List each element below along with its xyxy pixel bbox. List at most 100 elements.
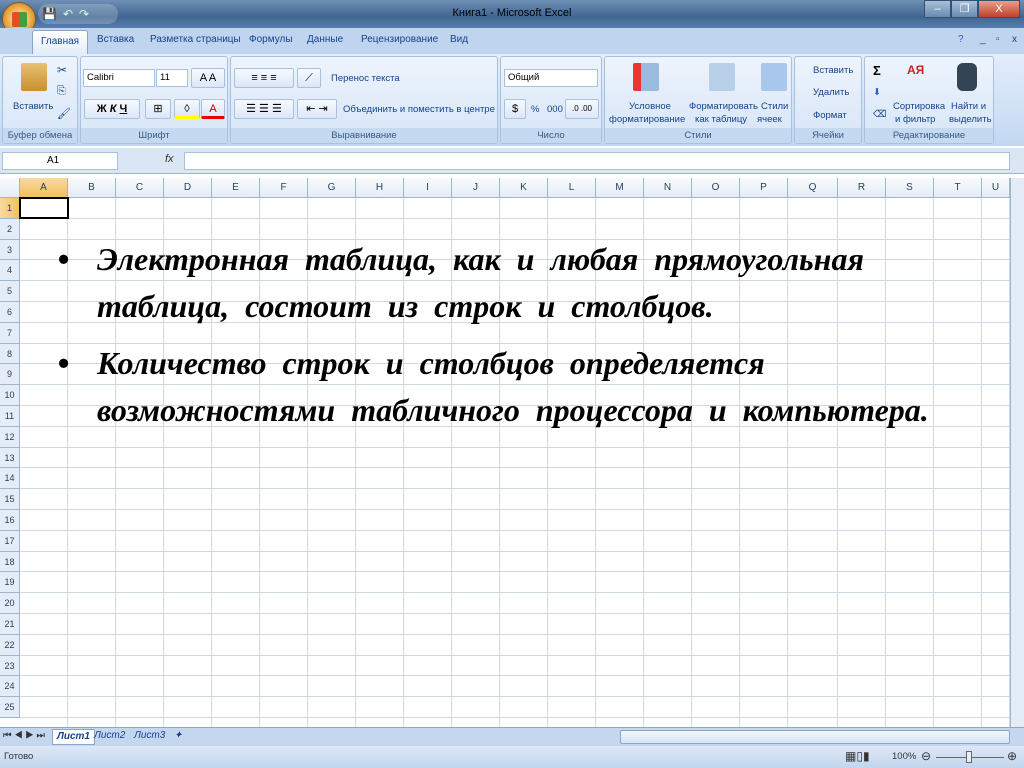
active-cell-a1[interactable] bbox=[19, 197, 69, 219]
row-header[interactable]: 22 bbox=[0, 634, 20, 656]
format-table-label-1[interactable]: Форматировать bbox=[689, 101, 758, 112]
redo-icon[interactable]: ↷ bbox=[79, 7, 89, 21]
row-header[interactable]: 5 bbox=[0, 281, 20, 302]
workbook-minimize-button[interactable]: _ bbox=[980, 34, 986, 45]
currency-icon[interactable]: $ bbox=[504, 99, 526, 119]
format-painter-icon[interactable]: 🖌 bbox=[57, 107, 71, 120]
clear-icon[interactable]: ⌫ bbox=[873, 109, 886, 120]
copy-icon[interactable]: ⎘ bbox=[57, 85, 66, 98]
row-header[interactable]: 6 bbox=[0, 302, 20, 323]
sort-filter-icon[interactable]: AЯ bbox=[907, 63, 933, 91]
row-header[interactable]: 4 bbox=[0, 260, 20, 282]
fill-icon[interactable]: ⬇ bbox=[873, 87, 881, 98]
row-header[interactable]: 2 bbox=[0, 218, 20, 240]
undo-icon[interactable]: ↶ bbox=[63, 7, 73, 21]
row-header[interactable]: 13 bbox=[0, 447, 20, 469]
column-header[interactable]: E bbox=[212, 178, 260, 198]
cell-styles-icon[interactable] bbox=[761, 63, 787, 91]
conditional-format-label-1[interactable]: Условное bbox=[629, 101, 671, 112]
zoom-slider-thumb[interactable] bbox=[966, 751, 972, 763]
format-table-icon[interactable] bbox=[709, 63, 735, 91]
orientation-icon[interactable]: ⟋ bbox=[297, 68, 321, 88]
number-format-select[interactable]: Общий bbox=[504, 69, 598, 87]
row-header[interactable]: 21 bbox=[0, 614, 20, 635]
restore-button[interactable]: ❐ bbox=[951, 0, 978, 18]
view-buttons[interactable]: ▦▯▮ bbox=[845, 749, 870, 763]
workbook-close-button[interactable]: x bbox=[1012, 34, 1017, 45]
row-header[interactable]: 23 bbox=[0, 655, 20, 677]
horizontal-scrollbar[interactable] bbox=[620, 730, 1010, 744]
row-header[interactable]: 25 bbox=[0, 697, 20, 718]
column-header[interactable]: M bbox=[596, 178, 644, 198]
row-header[interactable]: 18 bbox=[0, 551, 20, 573]
row-header[interactable]: 7 bbox=[0, 322, 20, 344]
vertical-align-icons[interactable]: ≡ ≡ ≡ bbox=[234, 68, 294, 88]
row-header[interactable]: 17 bbox=[0, 530, 20, 552]
tab-formulas[interactable]: Формулы bbox=[249, 34, 293, 45]
find-label-1[interactable]: Найти и bbox=[951, 101, 986, 112]
sheet-tab-2[interactable]: Лист2 bbox=[90, 729, 129, 745]
row-header[interactable]: 14 bbox=[0, 468, 20, 490]
column-header[interactable]: F bbox=[260, 178, 308, 198]
insert-sheet-icon[interactable]: ✦ bbox=[170, 729, 186, 745]
delete-cells-button[interactable]: Удалить bbox=[813, 87, 849, 98]
conditional-format-label-2[interactable]: форматирование bbox=[609, 114, 685, 125]
column-header[interactable]: L bbox=[548, 178, 596, 198]
sheet-tab-1[interactable]: Лист1 bbox=[52, 729, 95, 745]
row-header[interactable]: 12 bbox=[0, 426, 20, 448]
underline-button[interactable]: Ч bbox=[120, 103, 128, 115]
insert-function-button[interactable]: fx bbox=[165, 153, 174, 165]
select-all-button[interactable] bbox=[0, 178, 20, 198]
cell-styles-label-2[interactable]: ячеек bbox=[757, 114, 782, 125]
tab-data[interactable]: Данные bbox=[307, 34, 343, 45]
font-name-select[interactable]: Calibri bbox=[83, 69, 155, 87]
cut-icon[interactable]: ✂ bbox=[57, 63, 67, 77]
column-header[interactable]: Q bbox=[788, 178, 838, 198]
horizontal-align-icons[interactable]: ☰ ☰ ☰ bbox=[234, 99, 294, 119]
insert-cells-button[interactable]: Вставить bbox=[813, 65, 853, 76]
format-cells-button[interactable]: Формат bbox=[813, 110, 847, 121]
row-header[interactable]: 10 bbox=[0, 385, 20, 406]
row-header[interactable]: 20 bbox=[0, 593, 20, 614]
column-header[interactable]: A bbox=[20, 178, 68, 198]
indent-icons[interactable]: ⇤ ⇥ bbox=[297, 99, 337, 119]
column-header[interactable]: T bbox=[934, 178, 982, 198]
fill-color-icon[interactable]: ◊ bbox=[174, 99, 200, 119]
decimal-icons[interactable]: .0 .00 bbox=[565, 99, 599, 119]
cell-styles-label-1[interactable]: Стили bbox=[761, 101, 788, 112]
merge-center-button[interactable]: Объединить и поместить в центре bbox=[343, 104, 495, 115]
column-header[interactable]: J bbox=[452, 178, 500, 198]
thousands-button[interactable]: 000 bbox=[547, 104, 563, 115]
column-header[interactable]: R bbox=[838, 178, 886, 198]
paste-button[interactable]: Вставить bbox=[13, 101, 53, 112]
row-header[interactable]: 15 bbox=[0, 489, 20, 510]
sheet-tab-3[interactable]: Лист3 bbox=[130, 729, 169, 745]
italic-button[interactable]: К bbox=[110, 103, 117, 115]
row-header[interactable]: 24 bbox=[0, 676, 20, 698]
binoculars-icon[interactable] bbox=[957, 63, 977, 91]
vertical-scrollbar[interactable] bbox=[1010, 178, 1024, 728]
sort-label-2[interactable]: и фильтр bbox=[895, 114, 935, 125]
row-header[interactable]: 3 bbox=[0, 239, 20, 261]
tab-home[interactable]: Главная bbox=[32, 30, 89, 54]
tab-view[interactable]: Вид bbox=[450, 34, 468, 45]
save-icon[interactable]: 💾 bbox=[42, 7, 57, 21]
name-box[interactable]: A1 bbox=[2, 152, 118, 170]
conditional-format-icon[interactable] bbox=[633, 63, 659, 91]
tab-insert[interactable]: Вставка bbox=[97, 34, 134, 45]
autosum-button[interactable]: Σ bbox=[873, 63, 881, 78]
sheet-nav-arrows[interactable]: ⏮ ◀ ▶ ⏭ bbox=[3, 730, 45, 741]
font-color-icon[interactable]: A bbox=[201, 99, 225, 119]
column-header[interactable]: N bbox=[644, 178, 692, 198]
find-label-2[interactable]: выделить bbox=[949, 114, 992, 125]
column-header[interactable]: P bbox=[740, 178, 788, 198]
column-header[interactable]: H bbox=[356, 178, 404, 198]
row-header[interactable]: 16 bbox=[0, 510, 20, 531]
row-header[interactable]: 1 bbox=[0, 198, 20, 219]
sort-label-1[interactable]: Сортировка bbox=[893, 101, 945, 112]
row-header[interactable]: 11 bbox=[0, 406, 20, 427]
row-header[interactable]: 9 bbox=[0, 364, 20, 386]
column-header[interactable]: O bbox=[692, 178, 740, 198]
zoom-in-icon[interactable]: ⊕ bbox=[1007, 749, 1017, 763]
formula-input[interactable] bbox=[184, 152, 1010, 170]
